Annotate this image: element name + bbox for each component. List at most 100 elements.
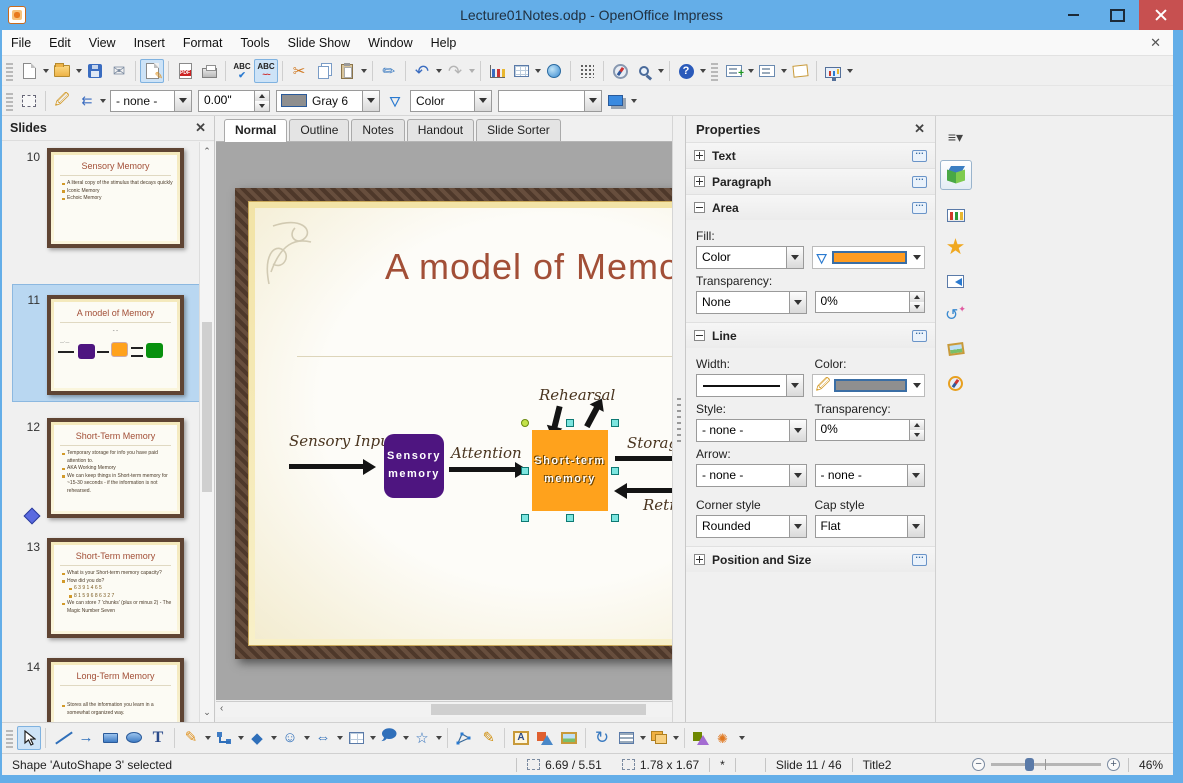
help-icon[interactable]: ? <box>674 59 698 83</box>
position-size-icon[interactable] <box>17 89 41 113</box>
scrollbar-thumb[interactable] <box>431 704 646 715</box>
arrange-icon[interactable] <box>647 726 671 750</box>
redo-icon[interactable]: ↷ <box>443 59 467 83</box>
dropdown-button[interactable] <box>907 465 924 486</box>
navigator-icon[interactable] <box>608 59 632 83</box>
slide-thumbnail-14[interactable]: 14 Long-Term Memory Stores all the infor… <box>2 658 199 722</box>
expand-icon[interactable] <box>694 176 705 187</box>
presentation-toolbar-grip[interactable] <box>711 61 718 81</box>
slide-layout-dropdown[interactable] <box>779 59 788 83</box>
collapse-icon[interactable] <box>694 202 705 213</box>
sidebar-tab-properties-icon[interactable] <box>939 160 972 190</box>
export-pdf-icon[interactable] <box>173 59 197 83</box>
tab-normal[interactable]: Normal <box>224 119 288 142</box>
line-color-dropdown[interactable] <box>913 383 921 388</box>
dropdown-button[interactable] <box>785 375 803 396</box>
fill-color-select[interactable] <box>498 89 602 112</box>
arrow-sensory-input[interactable] <box>289 458 376 475</box>
stars-icon[interactable]: ☆ <box>410 726 434 750</box>
drawing-toolbar-overflow[interactable] <box>737 726 746 750</box>
block-arrows-icon[interactable]: ⇔ <box>311 726 335 750</box>
area-dialog-icon[interactable]: 🜄 <box>383 89 407 113</box>
template-name[interactable]: Title2 <box>853 758 965 772</box>
dialog-launcher-icon[interactable] <box>912 146 927 162</box>
fill-type-select[interactable]: Color <box>410 89 492 112</box>
copy-icon[interactable] <box>311 59 335 83</box>
minimize-button[interactable] <box>1051 0 1095 30</box>
handle-top-right[interactable] <box>611 419 619 427</box>
spellcheck-icon[interactable]: ABC ✔ <box>230 59 254 83</box>
dropdown-button[interactable] <box>907 516 924 537</box>
open-dropdown[interactable] <box>74 59 83 83</box>
fill-type-select[interactable]: Color <box>696 246 804 269</box>
line-style-dropdown-button[interactable] <box>174 90 191 111</box>
dropdown-button[interactable] <box>788 516 806 537</box>
cap-style-select[interactable]: Flat <box>814 515 925 538</box>
sidebar-tab-master-pages-icon[interactable] <box>942 202 970 228</box>
slide-layout-icon[interactable] <box>755 59 779 83</box>
line-dialog-icon[interactable]: 🖉 <box>50 89 74 113</box>
email-icon[interactable]: ✉ <box>107 59 131 83</box>
line-style-select[interactable]: - none - <box>110 89 192 112</box>
fill-color-dropdown-button[interactable] <box>584 90 601 111</box>
new-document-dropdown[interactable] <box>41 59 50 83</box>
open-icon[interactable] <box>50 59 74 83</box>
undo-dropdown[interactable] <box>434 59 443 83</box>
toolbar-grip2[interactable] <box>6 90 13 111</box>
menu-help[interactable]: Help <box>422 32 466 54</box>
shadow-icon[interactable] <box>605 89 629 113</box>
format-paintbrush-icon[interactable]: ✎ <box>377 59 401 83</box>
fill-type-dropdown-button[interactable] <box>474 90 491 111</box>
scroll-left-icon[interactable]: ‹ <box>220 703 223 714</box>
spin-down[interactable] <box>910 302 924 312</box>
section-text[interactable]: Text <box>686 142 935 168</box>
sidebar-tab-slide-transition-icon[interactable] <box>942 268 970 294</box>
dropdown-button[interactable] <box>785 247 803 268</box>
tab-handout[interactable]: Handout <box>406 119 475 141</box>
maximize-button[interactable] <box>1095 0 1139 30</box>
curve-tool-icon[interactable]: ✎ <box>179 726 203 750</box>
insert-chart-icon[interactable] <box>485 59 509 83</box>
line-color-dropdown-button[interactable] <box>362 90 379 111</box>
tab-outline[interactable]: Outline <box>289 119 350 141</box>
edit-file-icon[interactable]: ✎ <box>140 59 164 83</box>
extrusion-icon[interactable] <box>689 726 713 750</box>
arrow-tool-icon[interactable]: → <box>74 726 98 750</box>
properties-close-icon[interactable]: ✕ <box>914 121 925 137</box>
new-slide-dropdown[interactable] <box>746 59 755 83</box>
line-style-select[interactable]: - none - <box>696 419 807 442</box>
menu-format[interactable]: Format <box>174 32 232 54</box>
collapse-icon[interactable] <box>694 330 705 341</box>
new-slide-icon[interactable]: + <box>722 59 746 83</box>
auto-spellcheck-icon[interactable]: ABC ~~ <box>254 59 278 83</box>
menu-view[interactable]: View <box>80 32 125 54</box>
dropdown-button[interactable] <box>788 465 806 486</box>
selection-handles[interactable] <box>521 419 619 522</box>
rotate-icon[interactable]: ↻ <box>590 726 614 750</box>
toolbar-grip[interactable] <box>6 61 13 81</box>
dialog-launcher-icon[interactable] <box>912 550 927 566</box>
zoom-dropdown[interactable] <box>656 59 665 83</box>
handle-top-center[interactable] <box>566 419 574 427</box>
panel-splitter[interactable] <box>672 116 685 722</box>
line-width-down[interactable] <box>255 100 269 111</box>
dialog-launcher-icon[interactable] <box>912 172 927 188</box>
line-color-select[interactable]: Gray 6 <box>276 89 380 112</box>
zoom-slider[interactable] <box>991 758 1102 771</box>
callouts-dropdown[interactable] <box>401 726 410 750</box>
new-document-icon[interactable] <box>17 59 41 83</box>
menu-edit[interactable]: Edit <box>40 32 80 54</box>
block-arrows-dropdown[interactable] <box>335 726 344 750</box>
cut-icon[interactable]: ✂ <box>287 59 311 83</box>
slide-show-icon[interactable] <box>821 59 845 83</box>
slide-thumbnail-12[interactable]: 12 Short-Term Memory Temporary storage f… <box>2 418 199 534</box>
rectangle-tool-icon[interactable] <box>98 726 122 750</box>
connector-dropdown[interactable] <box>236 726 245 750</box>
hyperlink-icon[interactable] <box>542 59 566 83</box>
callouts-icon[interactable]: 🗩 <box>377 726 401 750</box>
display-grid-icon[interactable] <box>575 59 599 83</box>
expand-icon[interactable] <box>694 150 705 161</box>
paste-icon[interactable] <box>335 59 359 83</box>
menu-slideshow[interactable]: Slide Show <box>279 32 360 54</box>
spin-down[interactable] <box>910 430 924 440</box>
